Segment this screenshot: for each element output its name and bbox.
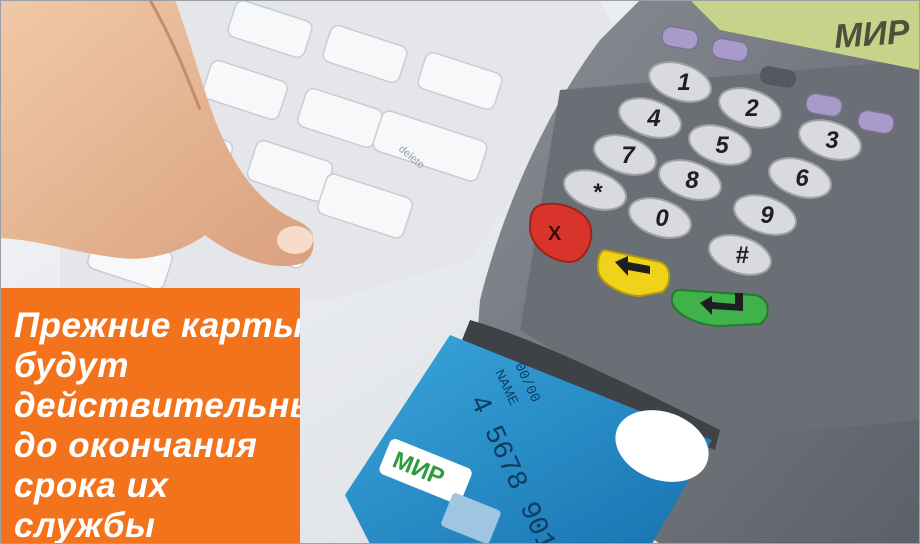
caption-line: будут bbox=[14, 346, 129, 385]
cancel-key-label: X bbox=[548, 223, 562, 245]
key-4-label: 4 bbox=[646, 105, 660, 132]
key-5-label: 5 bbox=[715, 132, 729, 159]
caption-line: действительны bbox=[14, 386, 300, 425]
key-1-label: 1 bbox=[677, 69, 690, 96]
terminal-screen-text: МИР bbox=[833, 13, 911, 56]
key-hash-label: # bbox=[735, 242, 749, 269]
key-3-label: 3 bbox=[825, 127, 839, 154]
caption-line: срока их bbox=[14, 466, 169, 505]
key-0-label: 0 bbox=[655, 205, 669, 232]
key-7-label: 7 bbox=[621, 142, 636, 169]
caption-line: службы bbox=[14, 506, 156, 544]
caption-box: Прежние карты будут действительны до око… bbox=[0, 288, 300, 544]
key-6-label: 6 bbox=[795, 165, 809, 192]
caption-line: до окончания bbox=[14, 426, 258, 465]
caption-line: Прежние карты bbox=[14, 306, 300, 345]
key-2-label: 2 bbox=[744, 95, 759, 122]
key-8-label: 8 bbox=[685, 167, 699, 194]
key-9-label: 9 bbox=[760, 202, 774, 229]
